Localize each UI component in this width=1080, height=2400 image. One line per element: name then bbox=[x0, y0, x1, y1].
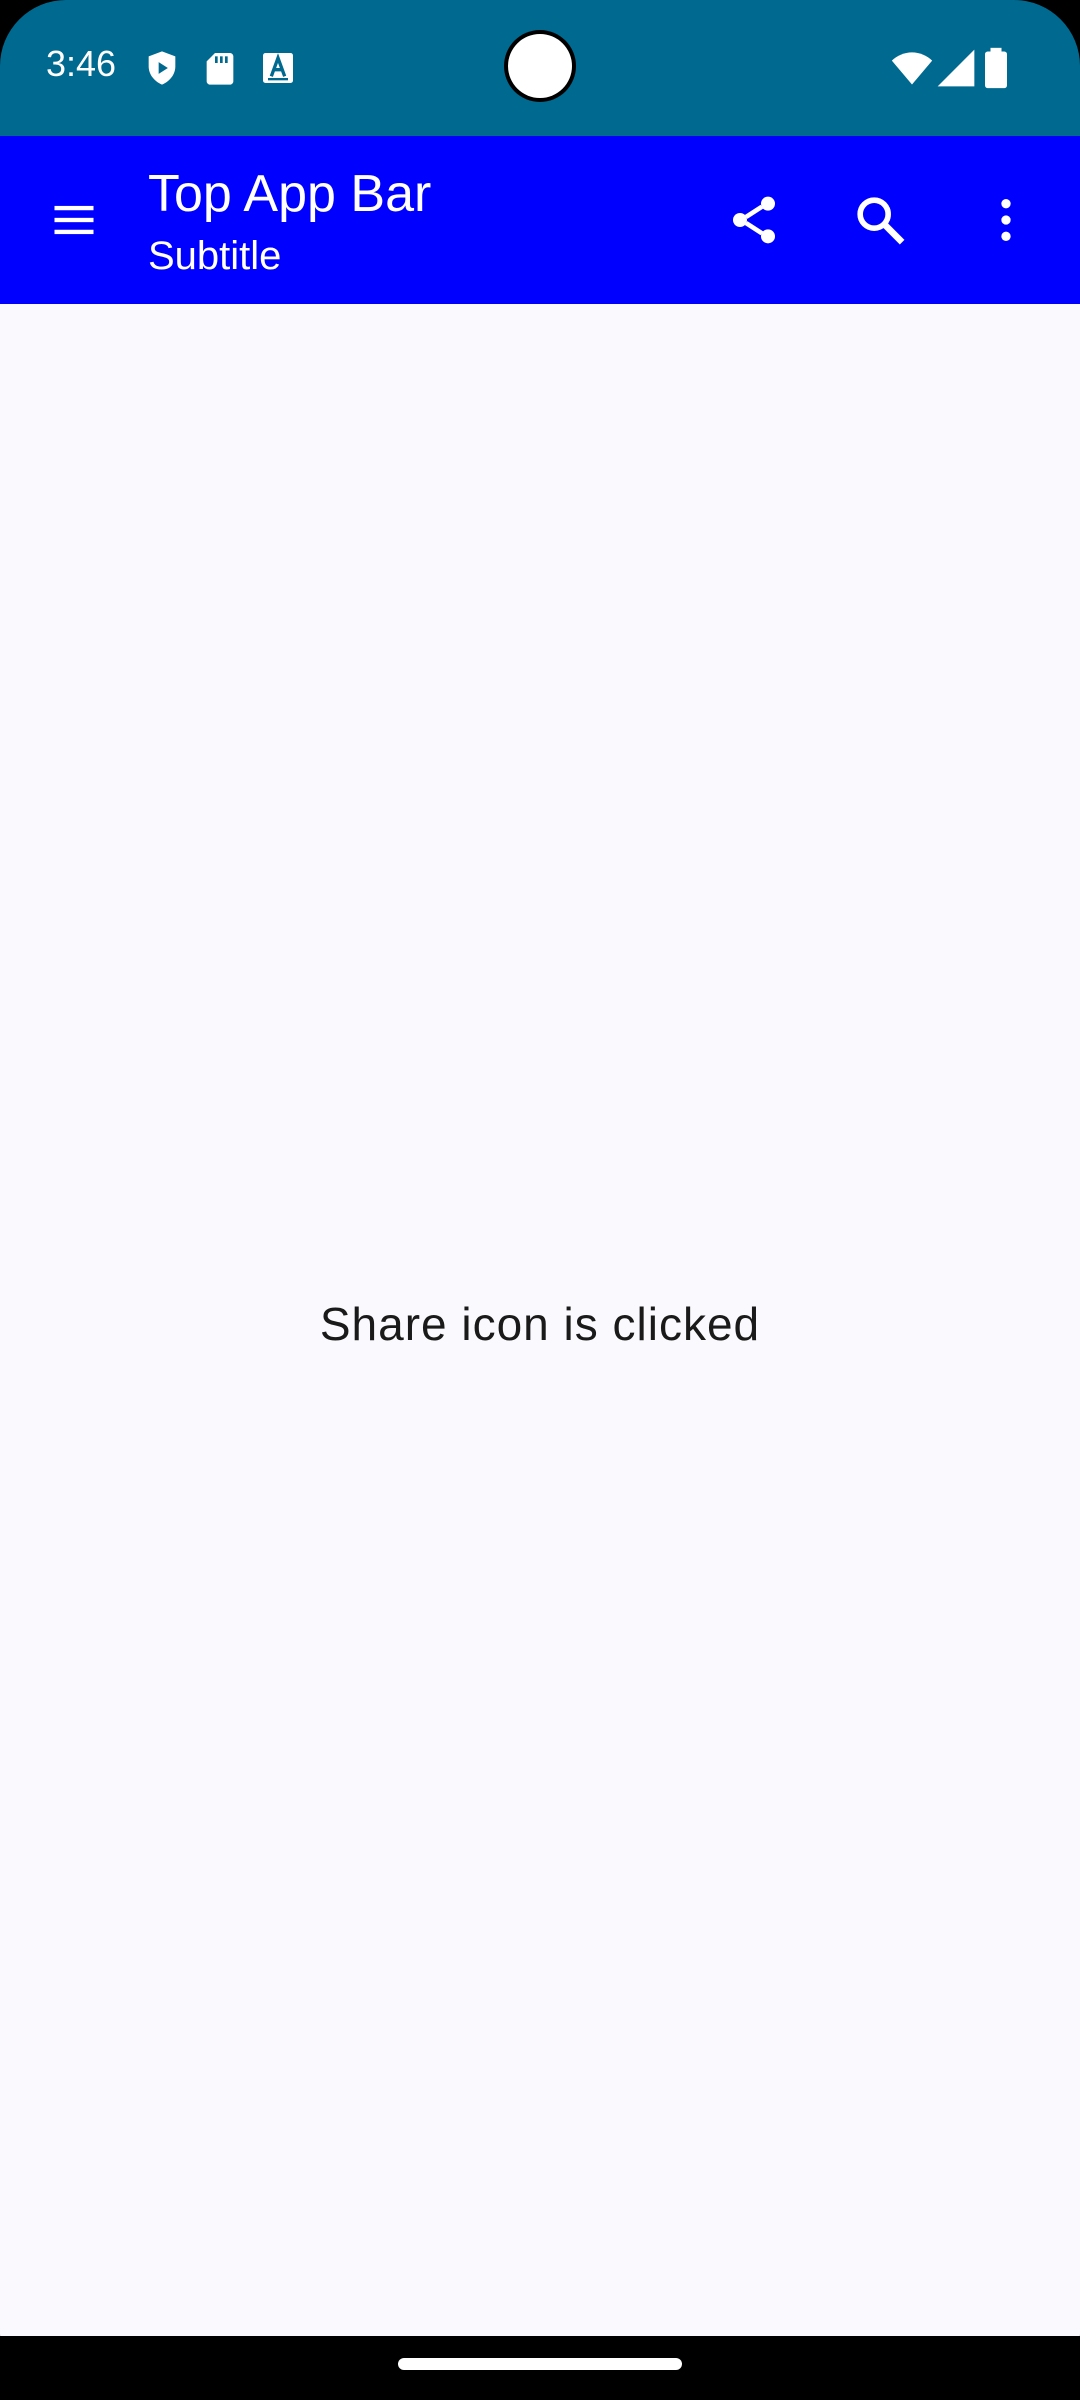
more-vert-icon bbox=[1001, 199, 1011, 241]
search-button[interactable] bbox=[832, 172, 928, 268]
battery-icon bbox=[985, 47, 1007, 89]
search-icon bbox=[857, 197, 905, 245]
navigation-bar bbox=[0, 2336, 1080, 2400]
gesture-handle[interactable] bbox=[398, 2358, 682, 2370]
top-app-bar: Top App Bar Subtitle bbox=[0, 136, 1080, 304]
app-bar-title: Top App Bar bbox=[148, 165, 432, 223]
front-camera bbox=[508, 34, 572, 98]
more-options-button[interactable] bbox=[958, 172, 1054, 268]
share-icon bbox=[733, 196, 775, 244]
main-content: Share icon is clicked bbox=[0, 304, 1080, 2336]
share-button[interactable] bbox=[706, 172, 802, 268]
cellular-signal-icon bbox=[937, 49, 975, 87]
sd-card-icon bbox=[206, 53, 234, 85]
wifi-icon bbox=[891, 52, 933, 85]
status-bar: 3:46 bbox=[0, 0, 1080, 136]
app-bar-subtitle: Subtitle bbox=[148, 234, 282, 278]
menu-button[interactable] bbox=[26, 172, 122, 268]
status-time: 3:46 bbox=[46, 43, 117, 84]
shield-icon bbox=[148, 51, 176, 85]
menu-icon bbox=[54, 205, 94, 235]
status-message: Share icon is clicked bbox=[319, 1298, 761, 1350]
phone-screen: 3:46 Top App Bar Subtitle Share icon is … bbox=[0, 0, 1080, 2400]
keyboard-a-icon bbox=[263, 53, 293, 83]
